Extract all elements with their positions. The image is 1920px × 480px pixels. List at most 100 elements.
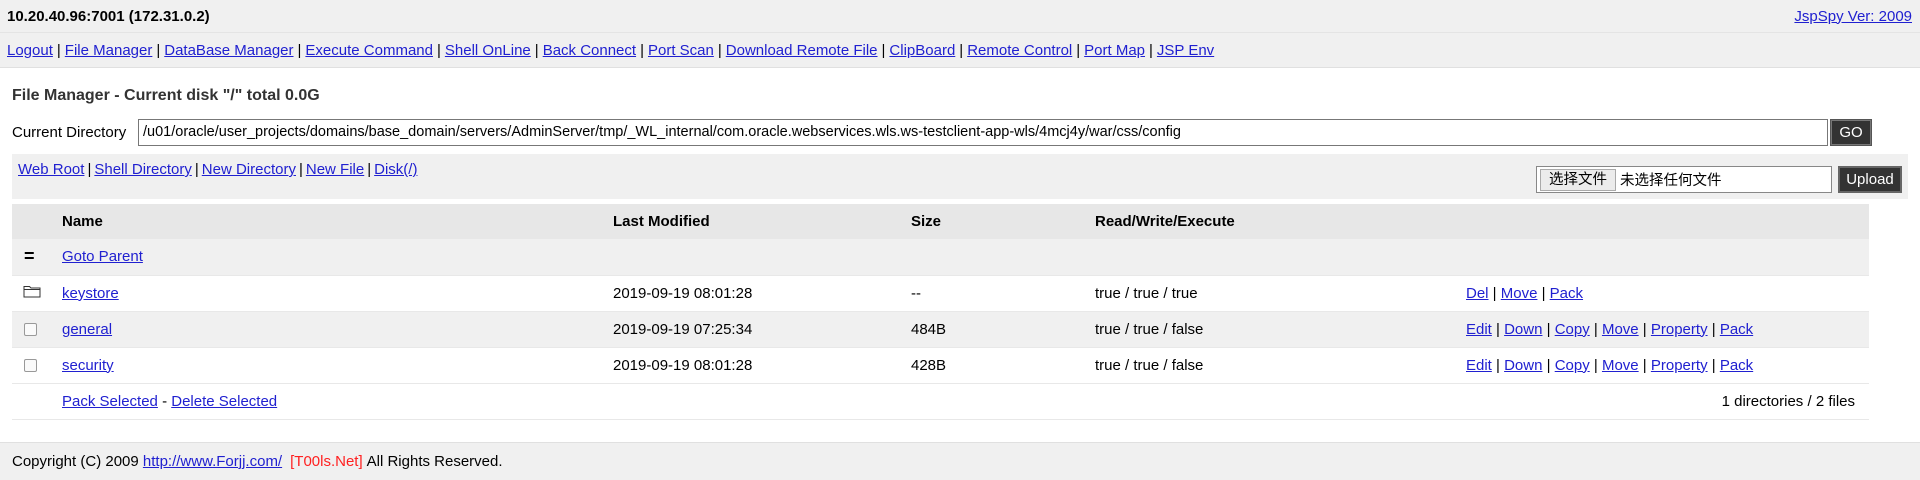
action-separator: | [1638, 320, 1651, 338]
file-checkbox[interactable] [24, 323, 37, 337]
file-manager: File Manager - Current disk "/" total 0.… [0, 86, 1920, 420]
action-pack-link[interactable]: Pack [1550, 285, 1583, 302]
header-name: Name [62, 213, 103, 230]
file-input[interactable]: 选择文件 未选择任何文件 [1536, 166, 1832, 193]
top-bar: 10.20.40.96:7001 (172.31.0.2) JspSpy Ver… [0, 0, 1920, 33]
goto-parent-link[interactable]: Goto Parent [62, 248, 143, 265]
action-separator: | [1638, 356, 1651, 374]
page-title: File Manager - Current disk "/" total 0.… [12, 87, 320, 104]
nav-separator: | [156, 41, 161, 59]
header-permissions: Read/Write/Execute [1095, 213, 1235, 230]
delete-selected-link[interactable]: Delete Selected [171, 393, 277, 410]
action-move-link[interactable]: Move [1602, 357, 1639, 374]
nav-file-manager[interactable]: File Manager [65, 42, 153, 59]
current-directory-label: Current Directory [12, 123, 127, 141]
file-name-link[interactable]: general [62, 321, 112, 338]
current-directory-input[interactable]: /u01/oracle/user_projects/domains/base_d… [138, 118, 1828, 146]
nav-port-scan[interactable]: Port Scan [648, 42, 714, 59]
pack-selected-link[interactable]: Pack Selected [62, 393, 158, 410]
nav-jsp-env[interactable]: JSP Env [1157, 42, 1214, 59]
nav-separator: | [1149, 41, 1153, 59]
rights-text: All Rights Reserved. [366, 453, 503, 470]
file-toolbar: Web Root | Shell Directory | New Directory | N… [12, 154, 1908, 199]
file-checkbox[interactable] [24, 359, 37, 373]
table-header-row: Name Last Modified Size Read/Write/Execu… [12, 204, 1869, 239]
action-down-link[interactable]: Down [1504, 357, 1542, 374]
tools-text: [T00ls.Net] [290, 453, 363, 470]
action-separator: | [1707, 320, 1720, 338]
go-button[interactable]: GO [1830, 118, 1872, 146]
toolbar-link-new-directory[interactable]: New Directory [202, 161, 296, 178]
action-separator: | [1542, 320, 1555, 338]
nav-separator: | [436, 41, 441, 59]
nav-download-remote-file[interactable]: Download Remote File [726, 42, 878, 59]
copyright-text: Copyright (C) 2009 [12, 453, 139, 470]
nav-separator: | [56, 41, 61, 59]
action-copy-link[interactable]: Copy [1555, 321, 1590, 338]
action-edit-link[interactable]: Edit [1466, 321, 1492, 338]
nav-back-connect[interactable]: Back Connect [543, 42, 636, 59]
file-perms: true / true / true [1095, 284, 1198, 302]
toolbar-link-disk[interactable]: Disk(/) [374, 161, 417, 178]
action-move-link[interactable]: Move [1501, 285, 1538, 302]
nav-remote-control[interactable]: Remote Control [967, 42, 1072, 59]
action-separator: | [1488, 284, 1501, 302]
folder-icon [23, 284, 41, 302]
table-footer-row: Pack Selected - Delete Selected 1 direct… [12, 383, 1869, 419]
file-actions: Del | Move | Pack [1466, 275, 1869, 311]
nav-shell-online[interactable]: Shell OnLine [445, 42, 531, 59]
nav-clipboard[interactable]: ClipBoard [889, 42, 955, 59]
action-down-link[interactable]: Down [1504, 321, 1542, 338]
nav-separator: | [959, 41, 964, 59]
nav-separator: | [717, 41, 722, 59]
toolbar-links: Web Root | Shell Directory | New Directory | N… [18, 161, 417, 178]
action-separator: | [1589, 320, 1602, 338]
toolbar-link-shell-directory[interactable]: Shell Directory [94, 161, 192, 178]
action-del-link[interactable]: Del [1466, 285, 1489, 302]
upload-button[interactable]: Upload [1838, 166, 1902, 193]
table-row: general 2019-09-19 07:25:34 484B true / tru… [12, 311, 1869, 347]
item-count: 1 directories / 2 files [1721, 392, 1855, 410]
nav-port-map[interactable]: Port Map [1084, 42, 1145, 59]
toolbar-link-new-file[interactable]: New File [306, 161, 364, 178]
action-separator: | [1537, 284, 1550, 302]
action-property-link[interactable]: Property [1651, 357, 1708, 374]
action-property-link[interactable]: Property [1651, 321, 1708, 338]
file-size: 484B [911, 320, 947, 338]
toolbar-separator: | [194, 161, 199, 178]
table-row: keystore 2019-09-19 08:01:28 -- true / true… [12, 275, 1869, 311]
file-name-link[interactable]: keystore [62, 285, 119, 302]
action-move-link[interactable]: Move [1602, 321, 1639, 338]
footer-dash: - [162, 392, 168, 410]
header-last-modified: Last Modified [613, 213, 710, 230]
action-separator: | [1707, 356, 1720, 374]
current-directory-row: Current Directory /u01/oracle/user_proje… [12, 118, 1908, 146]
file-name-link[interactable]: security [62, 357, 114, 374]
upload-form: 选择文件 未选择任何文件 Upload [1536, 166, 1902, 193]
action-pack-link[interactable]: Pack [1720, 321, 1753, 338]
toolbar-separator: | [367, 161, 372, 178]
action-separator: | [1589, 356, 1602, 374]
nav-separator: | [297, 41, 302, 59]
nav-separator: | [1076, 41, 1081, 59]
table-row: security 2019-09-19 08:01:28 428B true / tr… [12, 347, 1869, 383]
site-link[interactable]: http://www.Forjj.com/ [143, 453, 282, 470]
action-pack-link[interactable]: Pack [1720, 357, 1753, 374]
toolbar-link-web-root[interactable]: Web Root [18, 161, 84, 178]
header-actions [1466, 204, 1869, 239]
nav-database-manager[interactable]: DataBase Manager [164, 42, 293, 59]
nav-logout[interactable]: Logout [7, 42, 53, 59]
nav-execute-command[interactable]: Execute Command [305, 42, 433, 59]
file-actions: Edit | Down | Copy | Move | Property | P… [1466, 347, 1869, 383]
file-modified: 2019-09-19 08:01:28 [613, 356, 753, 374]
toolbar-separator: | [298, 161, 303, 178]
file-modified: 2019-09-19 08:01:28 [613, 284, 753, 302]
action-edit-link[interactable]: Edit [1466, 357, 1492, 374]
toolbar-separator: | [87, 161, 92, 178]
version-link[interactable]: JspSpy Ver: 2009 [1794, 8, 1912, 25]
host-address: 10.20.40.96:7001 (172.31.0.2) [7, 7, 210, 25]
file-perms: true / true / false [1095, 320, 1204, 338]
header-size: Size [911, 213, 942, 230]
action-copy-link[interactable]: Copy [1555, 357, 1590, 374]
choose-file-button[interactable]: 选择文件 [1540, 168, 1616, 191]
